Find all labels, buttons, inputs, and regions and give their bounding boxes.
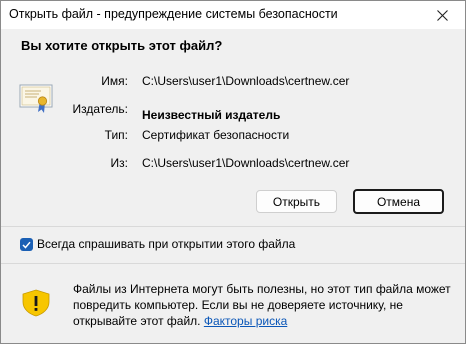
always-ask-checkbox[interactable]: [20, 238, 33, 251]
name-label: Имя:: [101, 74, 128, 88]
window-title: Открыть файл - предупреждение системы бе…: [9, 7, 338, 21]
name-value: C:\Users\user1\Downloads\certnew.cer: [142, 74, 350, 88]
security-warning-dialog: Открыть файл - предупреждение системы бе…: [0, 0, 466, 344]
warning-message: Файлы из Интернета могут быть полезны, н…: [73, 281, 463, 329]
publisher-value: Неизвестный издатель: [142, 108, 281, 122]
close-icon: [436, 9, 448, 21]
always-ask-label[interactable]: Всегда спрашивать при открытии этого фай…: [37, 237, 295, 251]
warning-line-3: открывайте этот файл. Факторы риска: [73, 313, 463, 329]
cancel-button[interactable]: Отмена: [353, 189, 444, 214]
divider-top: [1, 226, 465, 227]
warning-line-3-text: открывайте этот файл.: [73, 314, 201, 328]
divider-bottom: [1, 263, 465, 264]
type-value: Сертификат безопасности: [142, 128, 290, 142]
close-button[interactable]: [419, 1, 465, 29]
from-value: C:\Users\user1\Downloads\certnew.cer: [142, 156, 350, 170]
publisher-label: Издатель:: [72, 102, 129, 116]
warning-line-2: повредить компьютер. Если вы не доверяет…: [73, 298, 403, 312]
risk-factors-link[interactable]: Факторы риска: [204, 314, 287, 328]
dialog-question: Вы хотите открыть этот файл?: [21, 38, 223, 53]
warning-line-1: Файлы из Интернета могут быть полезны, н…: [73, 282, 451, 296]
title-bar: Открыть файл - предупреждение системы бе…: [1, 1, 465, 29]
from-label: Из:: [110, 156, 128, 170]
open-button[interactable]: Открыть: [256, 190, 337, 213]
type-label: Тип:: [104, 128, 128, 142]
shield-warning-icon: [22, 289, 50, 317]
checkmark-icon: [22, 241, 31, 249]
